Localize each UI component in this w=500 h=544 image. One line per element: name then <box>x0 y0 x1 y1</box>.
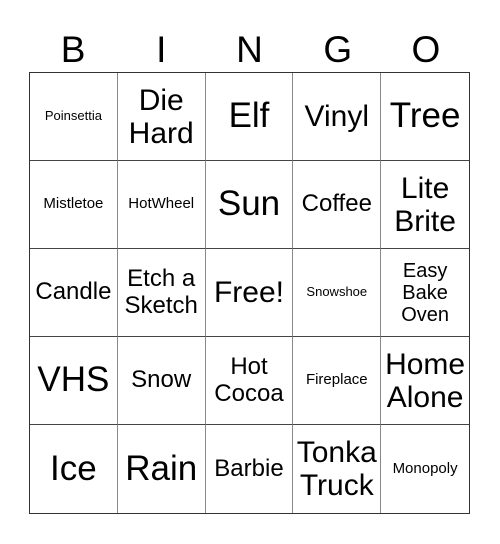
bingo-cell[interactable]: VHS <box>30 337 118 425</box>
bingo-cell[interactable]: Fireplace <box>293 337 382 425</box>
bingo-cell[interactable]: HotWheel <box>117 161 206 249</box>
bingo-cell[interactable]: Coffee <box>293 161 382 249</box>
header-letter-n: N <box>236 29 263 70</box>
bingo-header: B I N G O <box>29 28 470 72</box>
bingo-cell[interactable]: Etch a Sketch <box>117 249 206 337</box>
bingo-cell[interactable]: Monopoly <box>381 425 469 513</box>
bingo-cell[interactable]: Snow <box>117 337 206 425</box>
bingo-card-grid: Poinsettia Die Hard Elf Vinyl Tree Mistletoe H… <box>29 72 470 514</box>
bingo-cell[interactable]: Die Hard <box>117 73 206 161</box>
bingo-cell[interactable]: Tonka Truck <box>293 425 382 513</box>
bingo-cell[interactable]: Barbie <box>206 425 294 513</box>
header-letter-b: B <box>60 29 86 70</box>
bingo-cell[interactable]: Easy Bake Oven <box>381 249 469 337</box>
bingo-cell[interactable]: Tree <box>381 73 469 161</box>
header-letter-i: I <box>156 29 167 70</box>
bingo-cell-free-space[interactable]: Free! <box>205 249 294 337</box>
bingo-cell[interactable]: Lite Brite <box>381 161 469 249</box>
bingo-cell[interactable]: Rain <box>118 425 206 513</box>
bingo-cell[interactable]: Vinyl <box>293 73 382 161</box>
bingo-cell[interactable]: Poinsettia <box>30 73 118 161</box>
bingo-cell[interactable]: Sun <box>205 161 294 249</box>
header-letter-g: G <box>323 29 353 70</box>
bingo-cell[interactable]: Elf <box>205 73 294 161</box>
bingo-cell[interactable]: Ice <box>30 425 118 513</box>
header-letter-o: O <box>411 29 441 70</box>
bingo-cell[interactable]: Snowshoe <box>293 249 382 337</box>
bingo-cell[interactable]: Home Alone <box>381 337 469 425</box>
bingo-cell[interactable]: Candle <box>30 249 118 337</box>
bingo-cell[interactable]: Mistletoe <box>30 161 118 249</box>
bingo-cell[interactable]: Hot Cocoa <box>205 337 294 425</box>
